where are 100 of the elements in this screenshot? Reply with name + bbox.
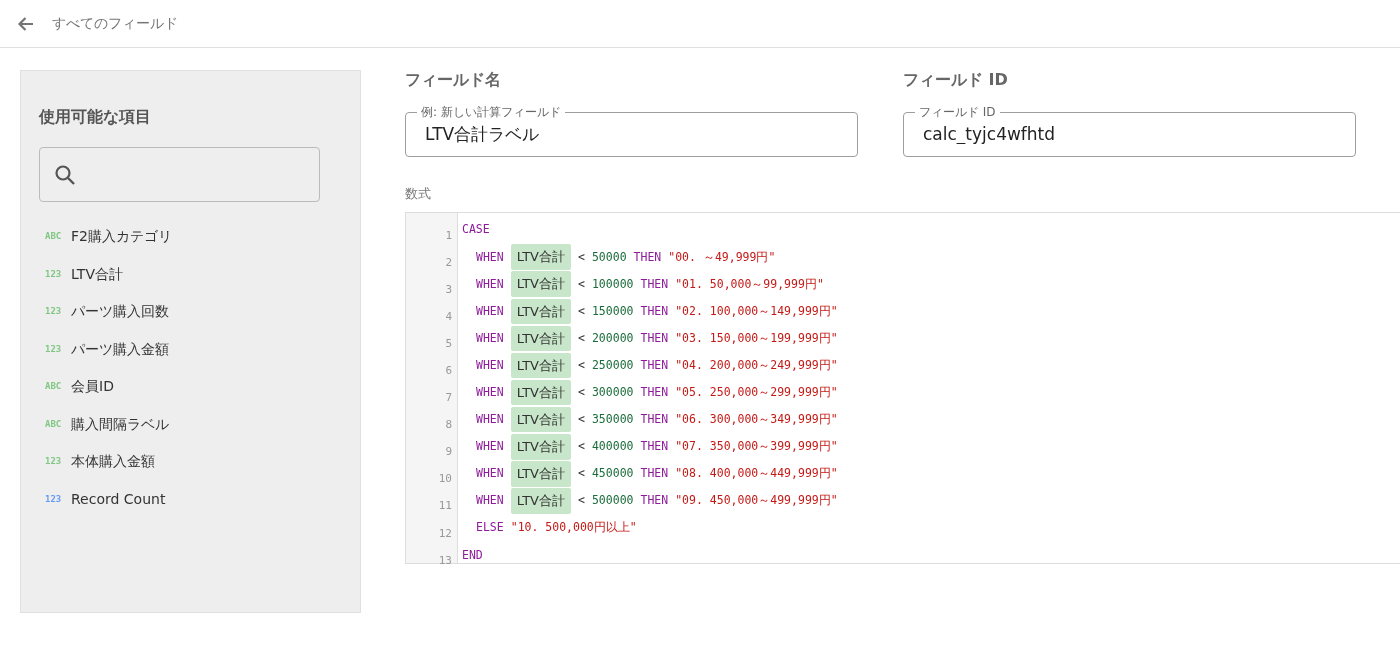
line-number: 7 (444, 390, 453, 407)
code-string: "04. 200,000～249,999円" (675, 356, 838, 374)
name-input-field[interactable]: 例: 新しい計算フィールド LTV合計ラベル (405, 104, 858, 157)
field-chip[interactable]: LTV合計 (510, 325, 571, 352)
code-operator: < (578, 248, 585, 266)
field-chip[interactable]: LTV合計 (510, 434, 571, 460)
line-number: 11 (437, 498, 453, 515)
back-link[interactable]: すべてのフィールド (52, 13, 178, 34)
field-chip[interactable]: LTV合計 (510, 271, 571, 297)
field-chip[interactable]: LTV合計 (510, 406, 571, 433)
line-number: 3 (444, 281, 453, 298)
search-field[interactable] (39, 147, 320, 202)
code-keyword: WHEN (476, 302, 504, 320)
code-keyword: WHEN (476, 329, 504, 347)
formula-label: 数式 (405, 185, 432, 203)
code-number: 100000 (591, 275, 634, 293)
code-string: "02. 100,000～149,999円" (675, 302, 838, 320)
field-list-item[interactable]: 123 パーツ購入回数 (39, 293, 360, 331)
code-operator: < (578, 411, 585, 429)
field-chip[interactable]: LTV合計 (510, 379, 571, 406)
line-number: 1 (444, 227, 453, 244)
code-string: "06. 300,000～349,999円" (675, 411, 838, 429)
field-type-icon: ABC (45, 417, 71, 431)
code-keyword: WHEN (476, 248, 504, 266)
id-input-value[interactable]: calc_tyjc4wfhtd (921, 120, 1338, 148)
line-number: 8 (444, 417, 453, 434)
code-operator: < (578, 275, 585, 293)
code-keyword: THEN (640, 465, 669, 483)
field-chip[interactable]: LTV合計 (510, 461, 571, 487)
code-string: "09. 450,000～499,999円" (675, 492, 838, 510)
field-list-item[interactable]: 123 本体購入金額 (39, 443, 360, 481)
sidebar-title: 使用可能な項目 (39, 106, 152, 128)
field-chip[interactable]: LTV合計 (510, 298, 571, 325)
code-string: "08. 400,000～449,999円" (675, 465, 838, 483)
field-heading: フィールド名 (405, 69, 502, 91)
code-number: 400000 (591, 438, 634, 456)
code-number: 250000 (591, 356, 634, 374)
field-type-icon: 123 (45, 342, 71, 356)
code-keyword: THEN (640, 384, 669, 401)
code-keyword: THEN (640, 275, 669, 293)
code-keyword: CASE (462, 221, 490, 239)
field-list-item[interactable]: 123 LTV合計 (39, 255, 360, 293)
code-keyword: THEN (640, 329, 669, 347)
line-number: 2 (444, 254, 453, 271)
field-chip[interactable]: LTV合計 (510, 352, 571, 379)
line-number: 13 (437, 552, 453, 569)
field-list-item[interactable]: 123 パーツ購入金額 (39, 330, 360, 368)
field-type-icon: 123 (45, 267, 71, 281)
field-type-icon: 123 (45, 492, 71, 506)
code-keyword: ELSE (476, 519, 504, 537)
code-string: "07. 350,000～399,999円" (675, 438, 838, 456)
field-list-item[interactable]: ABC F2購入カテゴリ (39, 218, 360, 256)
code-number: 300000 (591, 384, 634, 401)
id-input-field[interactable]: フィールド ID calc_tyjc4wfhtd (903, 104, 1356, 157)
code-operator: < (578, 438, 585, 456)
code-keyword: WHEN (476, 275, 504, 293)
code-editor[interactable] (405, 211, 1400, 564)
field-list-item[interactable]: ABC 会員ID (39, 368, 360, 406)
code-operator: < (578, 356, 585, 374)
field-type-icon: 123 (45, 305, 71, 319)
field-type-icon: ABC (45, 380, 71, 394)
code-operator: < (578, 329, 585, 347)
field-chip[interactable]: LTV合計 (510, 488, 571, 514)
code-operator: < (578, 384, 585, 401)
code-keyword: THEN (640, 356, 669, 374)
code-number: 50000 (591, 248, 627, 266)
code-operator: < (578, 302, 585, 320)
search-icon (54, 163, 76, 186)
field-type-icon: ABC (45, 230, 71, 244)
code-keyword: WHEN (476, 411, 504, 429)
code-operator: < (578, 492, 585, 510)
code-keyword: WHEN (476, 384, 504, 401)
code-keyword: WHEN (476, 465, 504, 483)
line-number: 6 (444, 362, 453, 379)
field-heading: フィールド ID (903, 69, 1009, 91)
line-number: 10 (437, 471, 453, 488)
code-keyword: THEN (640, 438, 669, 456)
code-keyword: WHEN (476, 492, 504, 510)
line-number: 12 (437, 525, 453, 542)
code-string: "00. ～49,999円" (668, 248, 776, 266)
field-chip[interactable]: LTV合計 (510, 244, 571, 270)
code-number: 450000 (591, 465, 634, 483)
code-number: 200000 (591, 329, 634, 347)
code-number: 500000 (591, 492, 634, 510)
code-string: "01. 50,000～99,999円" (675, 275, 824, 293)
line-number: 5 (444, 335, 453, 352)
code-keyword: THEN (633, 248, 662, 266)
field-list-item[interactable]: ABC 購入間隔ラベル (39, 405, 360, 443)
code-number: 150000 (591, 302, 634, 320)
code-number: 350000 (591, 411, 634, 429)
code-keyword: END (462, 546, 483, 564)
name-input-value[interactable]: LTV合計ラベル (423, 120, 840, 148)
code-keyword: THEN (640, 492, 669, 510)
code-keyword: WHEN (476, 438, 504, 456)
field-list-item[interactable]: 123 Record Count (39, 480, 360, 518)
code-keyword: THEN (640, 411, 669, 429)
code-string: "03. 150,000～199,999円" (675, 329, 838, 347)
line-number: 4 (444, 308, 453, 325)
code-string: "10. 500,000円以上" (510, 519, 637, 537)
code-keyword: WHEN (476, 356, 504, 374)
